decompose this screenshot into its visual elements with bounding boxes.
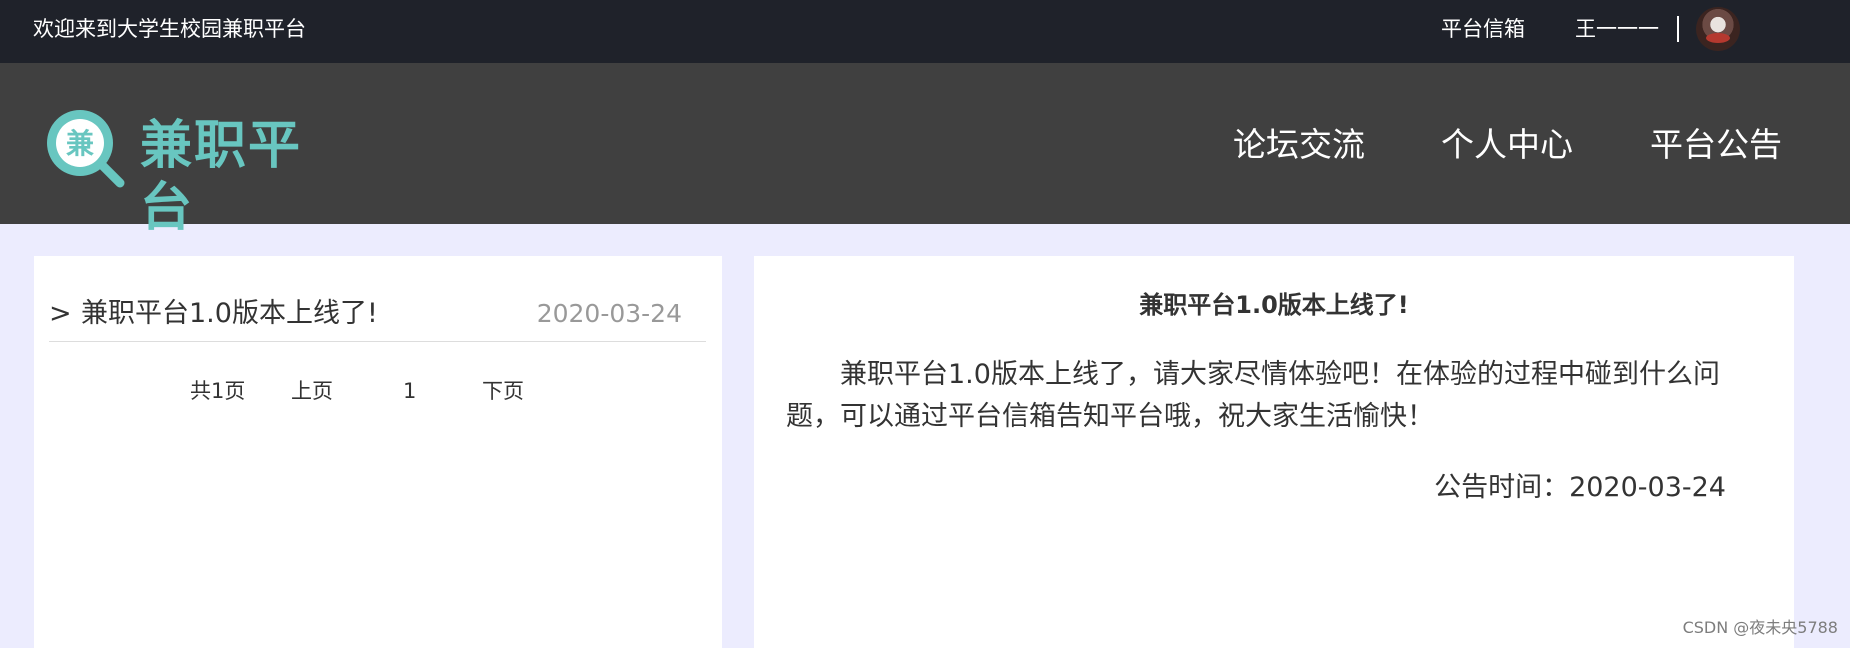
- announcement-detail-panel: 兼职平台1.0版本上线了! 兼职平台1.0版本上线了，请大家尽情体验吧！在体验的…: [754, 256, 1794, 648]
- watermark: CSDN @夜未央5788: [1682, 618, 1838, 637]
- magnifier-logo-icon: 兼: [47, 110, 125, 188]
- site-logo[interactable]: 兼 兼职平台: [42, 105, 342, 238]
- pager-next-button[interactable]: 下页: [482, 376, 524, 406]
- logo-text: 兼职平台: [140, 116, 303, 238]
- avatar[interactable]: [1696, 7, 1740, 51]
- nav-forum[interactable]: 论坛交流: [1233, 123, 1365, 167]
- chevron-right-icon: >: [49, 298, 72, 329]
- detail-title: 兼职平台1.0版本上线了!: [1139, 291, 1409, 319]
- pager-page-1[interactable]: 1: [403, 376, 416, 406]
- top-bar: 欢迎来到大学生校园兼职平台 平台信箱 王一一一: [0, 0, 1850, 63]
- platform-mailbox-link[interactable]: 平台信箱: [1441, 14, 1525, 44]
- welcome-text: 欢迎来到大学生校园兼职平台: [33, 17, 306, 41]
- announcement-list-panel: > 兼职平台1.0版本上线了! 2020-03-24 共1页 上页 1 下页: [34, 256, 722, 648]
- logo-char: 兼: [66, 127, 94, 160]
- announcement-date: 2020-03-24: [536, 299, 682, 328]
- announcement-title-link[interactable]: 兼职平台1.0版本上线了!: [81, 296, 378, 332]
- topbar-divider: [1677, 16, 1679, 42]
- pager-prev-button[interactable]: 上页: [291, 376, 333, 406]
- username-link[interactable]: 王一一一: [1575, 14, 1659, 44]
- nav-announcements[interactable]: 平台公告: [1650, 123, 1782, 167]
- detail-body: 兼职平台1.0版本上线了，请大家尽情体验吧！在体验的过程中碰到什么问题，可以通过…: [786, 359, 1720, 432]
- detail-time: 公告时间：2020-03-24: [1434, 472, 1726, 503]
- site-header: 兼 兼职平台 论坛交流 个人中心 平台公告: [0, 63, 1850, 238]
- pager-total: 共1页: [190, 379, 246, 403]
- nav-personal-center[interactable]: 个人中心: [1441, 123, 1573, 167]
- list-item[interactable]: > 兼职平台1.0版本上线了! 2020-03-24: [49, 296, 706, 342]
